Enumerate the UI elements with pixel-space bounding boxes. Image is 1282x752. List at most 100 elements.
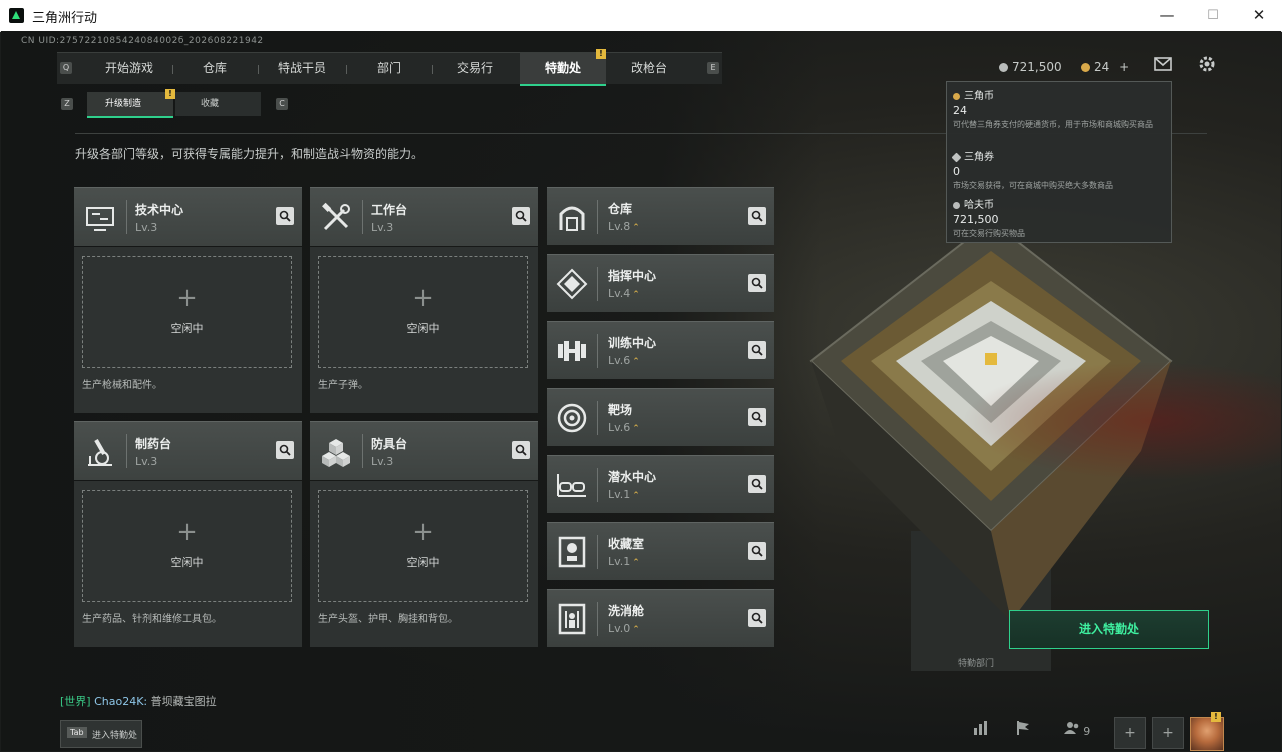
search-icon[interactable]: [276, 441, 294, 459]
add-currency-button[interactable]: +: [1119, 60, 1129, 74]
player-avatar[interactable]: [1190, 717, 1224, 751]
search-icon[interactable]: [512, 207, 530, 225]
nav-separator: [346, 65, 347, 74]
search-icon[interactable]: [748, 207, 766, 225]
facility-name: 技术中心: [135, 203, 184, 217]
search-icon[interactable]: [748, 609, 766, 627]
mail-icon[interactable]: [1152, 55, 1174, 77]
cubes-icon: [322, 439, 350, 467]
main-nav: Q 开始游戏 仓库 特战干员 部门 交易行 特勤处 ! 改枪台 E: [57, 49, 722, 86]
search-icon[interactable]: [748, 408, 766, 426]
facility-level: Lv.4 ⌃: [608, 287, 640, 300]
nav-separator: [258, 65, 259, 74]
facility-header[interactable]: 工作台 Lv.3: [310, 187, 538, 246]
tab-collection[interactable]: 收藏: [175, 92, 261, 116]
search-icon[interactable]: [748, 274, 766, 292]
production-slot-panel: + 空闲中 生产子弹。: [310, 247, 538, 413]
facility-header[interactable]: 防具台 Lv.3: [310, 421, 538, 480]
search-icon[interactable]: [748, 542, 766, 560]
command-center-icon: [556, 268, 588, 300]
plus-icon: +: [412, 283, 434, 313]
hafu-amount: 721,500: [1012, 60, 1062, 74]
hafu-currency[interactable]: 721,500: [999, 60, 1062, 74]
empty-production-slot[interactable]: + 空闲中: [82, 256, 292, 368]
friends-count: 9: [1083, 725, 1091, 738]
voucher-icon: [951, 152, 962, 163]
empty-production-slot[interactable]: + 空闲中: [318, 256, 528, 368]
tab-start-game[interactable]: 开始游戏: [94, 53, 164, 84]
facility-name: 靶场: [608, 403, 633, 417]
divider: [126, 434, 127, 468]
settings-gear-icon[interactable]: [1196, 55, 1218, 77]
tab-special-ops[interactable]: 特勤处: [520, 53, 606, 86]
hafu-coin-icon: [953, 202, 960, 209]
facility-header[interactable]: 技术中心 Lv.3: [74, 187, 302, 246]
maximize-button[interactable]: ☐: [1190, 0, 1236, 31]
minimize-button[interactable]: —: [1144, 0, 1190, 31]
special-ops-alert-badge: !: [596, 49, 606, 59]
tab-trading[interactable]: 交易行: [440, 53, 510, 84]
facility-row-collection-room[interactable]: 收藏室 Lv.1 ⌃: [547, 522, 774, 580]
empty-production-slot[interactable]: + 空闲中: [318, 490, 528, 602]
search-icon[interactable]: [748, 475, 766, 493]
search-icon[interactable]: [276, 207, 294, 225]
decon-chamber-icon: [558, 603, 586, 635]
tooltip-item-hafu-coin: 哈夫币 721,500 可在交易行购买物品: [953, 196, 1158, 239]
tab-departments[interactable]: 部门: [354, 53, 424, 84]
facility-level: Lv.6 ⌃: [608, 354, 640, 367]
divider: [597, 535, 598, 569]
enter-special-ops-button[interactable]: 进入特勤处: [1009, 610, 1209, 649]
window-titlebar: 三角洲行动 — ☐ ✕: [0, 0, 1282, 32]
flag-icon[interactable]: [1008, 717, 1038, 747]
facility-name: 指挥中心: [608, 269, 657, 283]
tooltip-item-name: 三角券: [964, 152, 994, 163]
chat-channel: [世界]: [60, 695, 91, 708]
tab-upgrade-craft[interactable]: 升级制造: [87, 92, 173, 118]
search-icon[interactable]: [748, 341, 766, 359]
facility-row-training-center[interactable]: 训练中心 Lv.6 ⌃: [547, 321, 774, 379]
chat-text: 普坝藏宝图拉: [150, 695, 217, 708]
add-friend-plus-icon[interactable]: +: [1114, 717, 1146, 749]
upgrade-arrow-icon: ⌃: [632, 424, 640, 434]
triangle-currency[interactable]: 24 +: [1081, 60, 1129, 74]
facility-row-warehouse[interactable]: 仓库 Lv.8 ⌃: [547, 187, 774, 245]
triangle-coin-icon: [953, 93, 960, 100]
tooltip-item-triangle-coin: 三角币 24 可代替三角券支付的硬通货币，用于市场和商城购买商品: [953, 87, 1158, 130]
divider: [597, 200, 598, 234]
facility-row-decon-chamber[interactable]: 洗消舱 Lv.0 ⌃: [547, 589, 774, 647]
sub-nav: Z 升级制造 ! 收藏 C: [59, 89, 291, 118]
facility-level: Lv.6 ⌃: [608, 421, 640, 434]
invite-plus-icon[interactable]: +: [1152, 717, 1184, 749]
upgrade-arrow-icon: ⌃: [632, 625, 640, 635]
upgrade-alert-badge: !: [165, 89, 175, 99]
upgrade-arrow-icon: ⌃: [632, 491, 640, 501]
facility-row-command-center[interactable]: 指挥中心 Lv.4 ⌃: [547, 254, 774, 312]
facility-header[interactable]: 制药台 Lv.3: [74, 421, 302, 480]
production-description: 生产子弹。: [318, 380, 368, 391]
tab-operators[interactable]: 特战干员: [266, 53, 338, 84]
tab-gunsmith[interactable]: 改枪台: [614, 53, 684, 84]
tab-key-hint[interactable]: Tab 进入特勤处: [60, 720, 142, 748]
stats-chart-icon[interactable]: [966, 717, 996, 747]
facility-level: Lv.1 ⌃: [608, 555, 640, 568]
upgrade-arrow-icon: ⌃: [632, 223, 640, 233]
world-chat-message[interactable]: [世界] Chao24K: 普坝藏宝图拉: [60, 693, 217, 709]
plus-icon: +: [176, 283, 198, 313]
microscope-icon: [88, 439, 112, 466]
facility-row-diving-center[interactable]: 潜水中心 Lv.1 ⌃: [547, 455, 774, 513]
avatar-alert-badge: !: [1211, 712, 1221, 722]
search-icon[interactable]: [512, 441, 530, 459]
tab-warehouse[interactable]: 仓库: [180, 53, 250, 84]
diving-mask-icon: [557, 474, 586, 497]
slot-status: 空闲中: [406, 556, 440, 569]
facility-name: 潜水中心: [608, 470, 657, 484]
production-slot-panel: + 空闲中 生产头盔、护甲、胸挂和背包。: [310, 481, 538, 647]
nav-right-key-hint: E: [707, 62, 719, 74]
facility-name: 仓库: [608, 202, 633, 216]
facility-row-shooting-range[interactable]: 靶场 Lv.6 ⌃: [547, 388, 774, 446]
close-button[interactable]: ✕: [1236, 0, 1282, 31]
friends-icon: [1063, 722, 1079, 734]
friends-button[interactable]: 9: [1057, 717, 1097, 747]
tech-center-icon: [86, 207, 114, 231]
empty-production-slot[interactable]: + 空闲中: [82, 490, 292, 602]
